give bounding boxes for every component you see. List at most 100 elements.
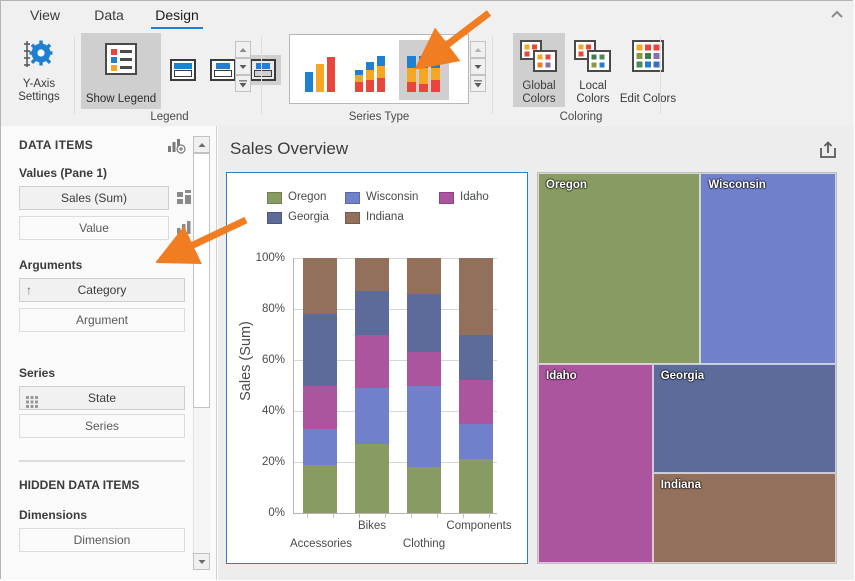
group-separator [492,36,493,114]
data-item-argument-placeholder[interactable]: Argument [19,308,185,332]
bar-components[interactable] [459,258,493,513]
application-window: View Data Design [0,0,853,579]
bar-series-type[interactable] [295,40,345,100]
bar-segment-idaho [355,335,389,389]
tab-data-label: Data [90,5,128,26]
data-item-state[interactable]: State [19,386,185,410]
data-items-header: DATA ITEMS [19,138,93,152]
x-label-bikes: Bikes [337,520,407,532]
gear-axis-icon [22,37,56,76]
data-item-value-placeholder[interactable]: Value [19,216,169,240]
edit-colors-button[interactable]: Edit Colors [617,33,679,107]
scroll-up-icon[interactable] [193,136,210,153]
ribbon-group-series-type: Series Type [265,30,493,124]
legend-swatch-oregon [267,192,282,204]
x-tickmark [359,514,360,518]
tab-data[interactable]: Data [87,5,131,28]
chart-legend: Oregon Wisconsin Idaho Georgia [267,191,497,233]
bar-segment-wisconsin [355,388,389,444]
legend-label-idaho: Idaho [460,191,489,204]
stacked-bar-series-type[interactable] [347,40,397,100]
bar-segment-indiana [303,258,337,314]
treemap-widget[interactable]: Oregon Wisconsin Idaho Georgia Indiana [537,172,837,564]
legend-label-georgia: Georgia [288,211,329,224]
bar-segment-georgia [459,335,493,381]
data-item-sales-sum[interactable]: Sales (Sum) [19,186,169,210]
bar-segment-wisconsin [303,429,337,465]
x-axis-line [293,513,497,514]
hidden-data-items-header: HIDDEN DATA ITEMS [19,478,139,492]
local-colors-label: Local Colors [567,80,619,105]
global-colors-label: Global Colors [513,80,565,105]
legend-list-icon [102,40,140,83]
bar-segment-oregon [355,444,389,513]
local-colors-icon [573,39,613,80]
y-tick-60: 60% [245,355,285,365]
show-legend-label: Show Legend [81,93,161,105]
gallery-more-icon[interactable] [470,75,486,92]
treemap-node-indiana[interactable]: Indiana [653,473,836,563]
local-colors-button[interactable]: Local Colors [567,33,619,107]
data-item-category[interactable]: ↑ Category [19,278,185,302]
data-item-dimension-placeholder[interactable]: Dimension [19,528,185,552]
bar-segment-oregon [303,465,337,513]
legend-swatch-wisconsin [345,192,360,204]
gallery-more-icon[interactable] [235,75,251,92]
y-tick-0: 0% [245,508,285,518]
global-colors-icon [519,39,559,80]
scroll-down-icon[interactable] [470,58,486,75]
data-item-series-placeholder[interactable]: Series [19,414,185,438]
legend-position-option-1[interactable] [165,55,201,85]
tab-design[interactable]: Design [151,5,203,28]
full-stacked-bar-series-type[interactable] [399,40,449,100]
page-title: Sales Overview [230,139,348,159]
legend-position-gallery [165,33,235,109]
treemap-label-indiana: Indiana [661,479,701,491]
global-colors-button[interactable]: Global Colors [513,33,565,107]
chart-widget[interactable]: Oregon Wisconsin Idaho Georgia [226,172,528,564]
bar-bikes[interactable] [355,258,389,513]
ribbon-body: Y-Axis Settings [1,29,854,125]
bar-segment-georgia [407,294,441,353]
scroll-down-icon[interactable] [193,553,210,570]
y-tick-80: 80% [245,304,285,314]
stacked-bar-icon[interactable] [177,190,193,211]
section-title-values: Values (Pane 1) [19,166,107,180]
x-label-clothing: Clothing [387,538,461,550]
data-item-category-label: Category [78,283,127,297]
y-axis-settings-button[interactable]: Y-Axis Settings [7,33,71,105]
x-label-components: Components [431,520,527,532]
treemap-node-oregon[interactable]: Oregon [538,173,700,364]
bar-segment-indiana [355,258,389,291]
main-area: DATA ITEMS Values (Pane 1) Sales (Sum) [1,126,854,580]
panel-divider [19,460,185,462]
y-axis-settings-label-line2: Settings [18,91,60,103]
global-colors-label-line1: Global [522,80,555,92]
bar-segment-wisconsin [459,424,493,460]
y-tick-20: 20% [245,457,285,467]
scroll-down-icon[interactable] [235,58,251,75]
group-separator [74,36,75,114]
show-legend-button[interactable]: Show Legend [81,33,161,109]
treemap-node-idaho[interactable]: Idaho [538,364,653,563]
bar-segment-wisconsin [407,386,441,468]
treemap-node-georgia[interactable]: Georgia [653,364,836,473]
data-item-argument-label: Argument [76,313,128,327]
bar-accessories[interactable] [303,258,337,513]
scroll-up-icon[interactable] [470,41,486,58]
series-gallery-scroll [470,41,486,93]
treemap-node-wisconsin[interactable]: Wisconsin [700,173,836,364]
scrollbar-thumb[interactable] [193,153,210,408]
scroll-up-icon[interactable] [235,41,251,58]
chevron-up-icon[interactable] [829,8,845,22]
bar-clothing[interactable] [407,258,441,513]
ribbon-group-yaxis: Y-Axis Settings [3,30,75,124]
tab-view[interactable]: View [23,5,67,28]
legend-swatch-idaho [439,192,454,204]
panel-scrollbar[interactable] [193,136,210,570]
export-icon[interactable] [818,140,838,160]
bar-segment-idaho [407,352,441,385]
add-chart-icon[interactable] [168,138,186,159]
bar-icon[interactable] [177,220,193,241]
x-tickmark [463,514,464,518]
